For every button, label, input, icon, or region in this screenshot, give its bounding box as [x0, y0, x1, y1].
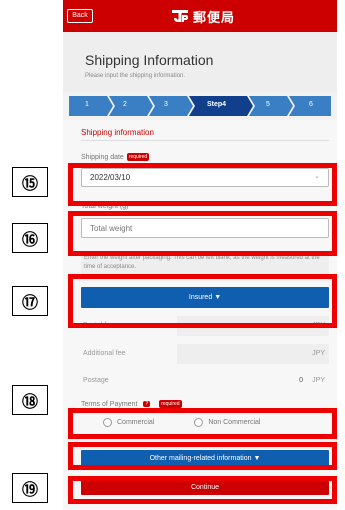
step-1-label: 1 — [85, 101, 89, 108]
page-header: Shipping Information Please input the sh… — [63, 32, 337, 92]
logo-text: 郵便局 — [193, 9, 236, 25]
japan-post-mark-icon — [172, 10, 188, 22]
terms-of-payment-label: Terms of Payment ? required — [81, 400, 182, 408]
postage-unit: JPY — [312, 377, 325, 384]
shipping-date-label: Shipping date required — [81, 153, 150, 161]
additional-fee-unit: JPY — [312, 350, 325, 357]
postage-value: 0 — [299, 377, 303, 384]
step-6-label: 6 — [309, 101, 313, 108]
annotation-number-19: ⑲ — [12, 473, 48, 503]
required-badge: required — [159, 400, 182, 408]
step-3 — [149, 96, 193, 116]
annotation-number-16: ⑯ — [12, 223, 48, 253]
japan-post-logo: 郵便局 — [171, 7, 235, 25]
annotation-number-15: ⑮ — [12, 167, 48, 197]
annotation-number-18: ⑱ — [12, 385, 48, 415]
step-2-label: 2 — [123, 101, 127, 108]
annotation-box-15 — [68, 163, 337, 206]
additional-fee-row: Additional fee JPY — [81, 344, 329, 364]
back-button[interactable]: Back — [67, 9, 93, 23]
postage-label: Postage — [83, 377, 109, 384]
step-3-label: 3 — [164, 101, 168, 108]
shipping-date-label-text: Shipping date — [81, 153, 124, 161]
top-bar: Back 郵便局 — [63, 0, 337, 32]
step-1 — [69, 96, 113, 116]
annotation-box-16 — [68, 211, 337, 256]
section-title: Shipping information — [81, 128, 154, 137]
terms-label-text: Terms of Payment — [81, 400, 138, 408]
annotation-box-17 — [68, 274, 337, 328]
additional-fee-label: Additional fee — [83, 350, 126, 357]
section-divider — [81, 140, 329, 141]
additional-fee-value: JPY — [177, 344, 329, 364]
page-title: Shipping Information — [85, 52, 214, 68]
step-progress — [69, 96, 331, 116]
step-5 — [249, 96, 293, 116]
help-icon[interactable]: ? — [143, 401, 151, 407]
step-2 — [109, 96, 153, 116]
annotation-box-18 — [68, 408, 337, 439]
annotation-box-18b — [68, 442, 337, 470]
postage-row: Postage 0 JPY — [81, 371, 329, 391]
step-5-label: 5 — [266, 101, 270, 108]
required-badge: required — [126, 153, 150, 161]
step-4-label: Step4 — [207, 101, 227, 108]
annotation-number-17: ⑰ — [12, 286, 48, 316]
annotation-box-19 — [68, 476, 337, 504]
page-subtitle: Please input the shipping information. — [85, 73, 186, 79]
